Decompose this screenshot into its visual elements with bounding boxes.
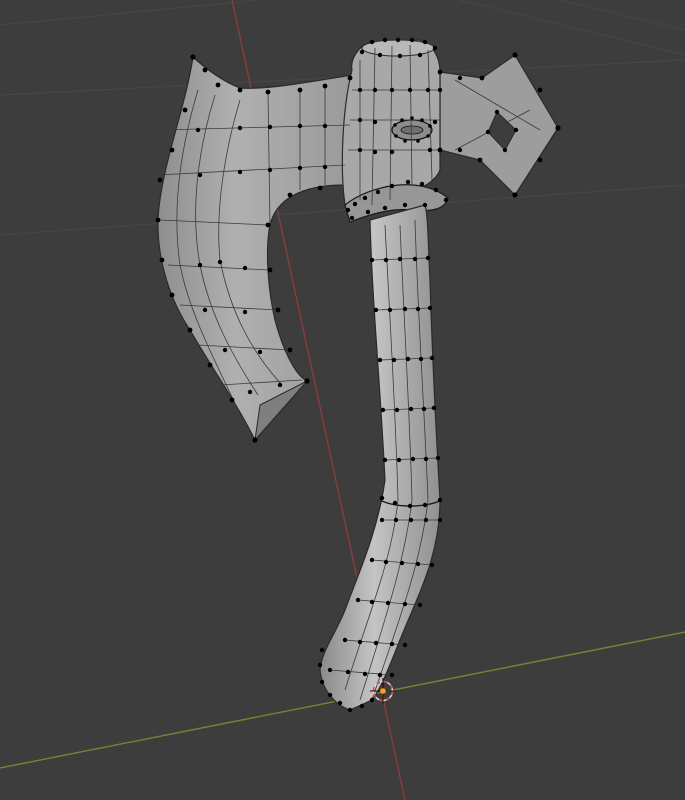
axe-handle[interactable] [319, 204, 441, 711]
object-origin-dot [380, 688, 386, 694]
3d-viewport[interactable] [0, 0, 685, 800]
socket-eye-inner [400, 125, 424, 135]
axe-mesh[interactable] [155, 37, 561, 713]
viewport-canvas[interactable] [0, 0, 685, 800]
